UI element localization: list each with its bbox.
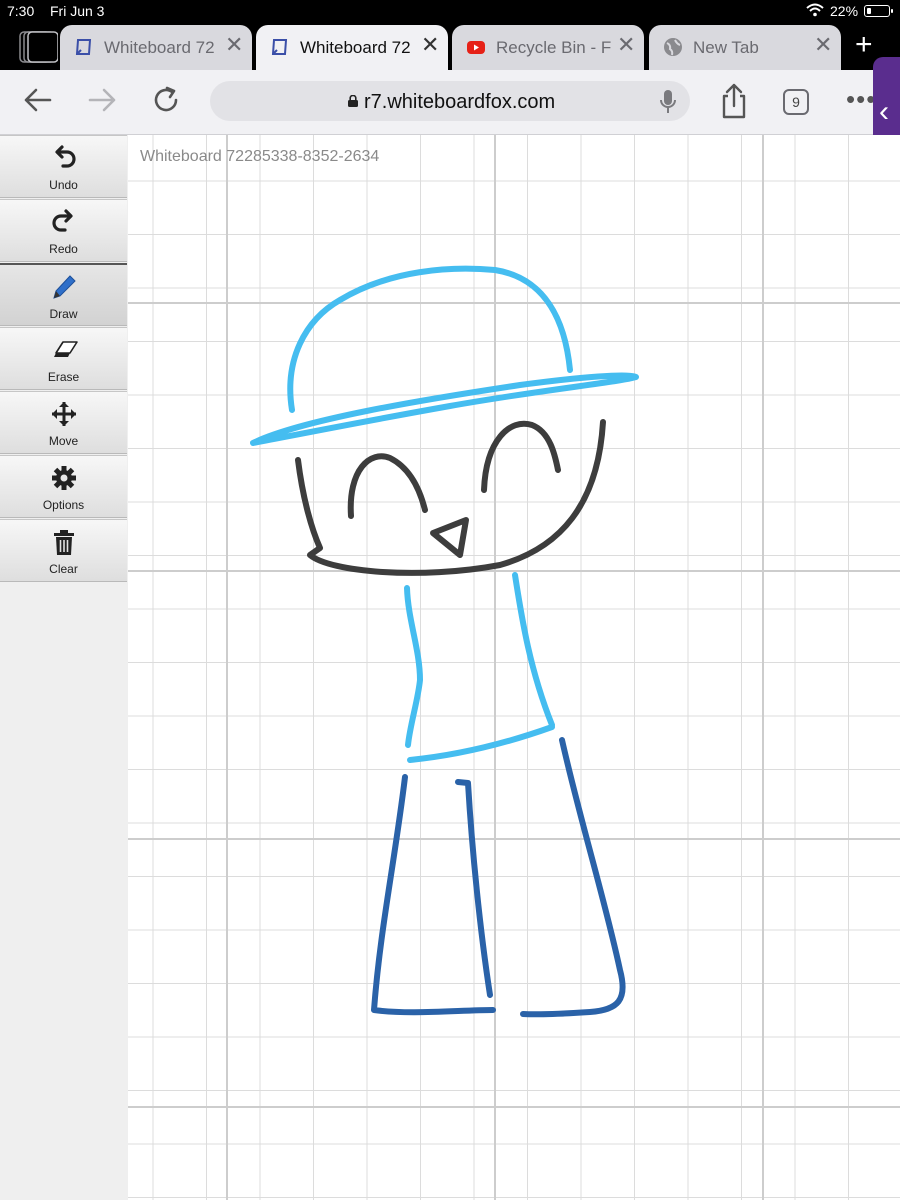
whiteboard-favicon-icon bbox=[75, 39, 92, 55]
forward-arrow-icon[interactable] bbox=[84, 82, 120, 118]
undo-button[interactable]: Undo bbox=[0, 135, 127, 198]
lock-icon bbox=[348, 95, 358, 107]
tool-label: Draw bbox=[49, 307, 78, 321]
redo-button[interactable]: Redo bbox=[0, 199, 127, 262]
undo-icon bbox=[55, 145, 76, 168]
url-text: r7.whiteboardfox.com bbox=[364, 91, 556, 113]
tab-label: Whiteboard 72 bbox=[104, 38, 215, 57]
tab-recycle-bin[interactable]: Recycle Bin - F ✕ bbox=[452, 25, 644, 70]
reload-icon[interactable] bbox=[148, 82, 184, 118]
move-arrows-icon bbox=[52, 402, 76, 426]
inner-leg-stroke bbox=[455, 779, 493, 998]
status-time: 7:30 bbox=[7, 3, 35, 19]
eraser-icon bbox=[54, 341, 78, 357]
close-tab-icon[interactable]: ✕ bbox=[617, 34, 635, 56]
tool-label: Redo bbox=[49, 242, 78, 256]
new-tab-button[interactable]: + bbox=[855, 30, 873, 60]
browser-toolbar: r7.whiteboardfox.com 9 ••• bbox=[0, 70, 900, 135]
tab-new-tab[interactable]: New Tab ✕ bbox=[649, 25, 841, 70]
battery-icon bbox=[864, 5, 893, 17]
trash-icon bbox=[54, 530, 74, 555]
right-leg-stroke bbox=[520, 737, 626, 1018]
battery-percent: 22% bbox=[830, 3, 859, 19]
redo-icon bbox=[52, 209, 73, 232]
microphone-icon[interactable] bbox=[658, 89, 678, 115]
tool-label: Undo bbox=[49, 178, 78, 192]
tool-label: Move bbox=[48, 434, 79, 448]
tab-label: Recycle Bin - F bbox=[496, 38, 612, 57]
tool-label: Erase bbox=[47, 370, 80, 384]
gear-icon bbox=[52, 466, 76, 490]
tab-count-button[interactable]: 9 bbox=[783, 89, 809, 115]
close-tab-icon[interactable]: ✕ bbox=[421, 34, 439, 56]
torso-right-stroke bbox=[512, 572, 555, 728]
drawing-layer bbox=[250, 265, 639, 1018]
tab-label: New Tab bbox=[693, 38, 759, 57]
back-arrow-icon[interactable] bbox=[20, 82, 56, 118]
left-eye-stroke bbox=[347, 453, 428, 519]
more-options-icon[interactable]: ••• bbox=[846, 86, 876, 112]
address-bar[interactable]: r7.whiteboardfox.com bbox=[210, 81, 690, 121]
whiteboard-canvas[interactable]: Whiteboard 72285338-8352-2634 bbox=[128, 135, 900, 1200]
nose-stroke bbox=[430, 517, 469, 558]
tab-whiteboard-2[interactable]: Whiteboard 72 ✕ bbox=[256, 25, 448, 70]
close-tab-icon[interactable]: ✕ bbox=[225, 34, 243, 56]
tool-label: Options bbox=[42, 498, 85, 512]
right-eye-stroke bbox=[481, 420, 561, 493]
tab-stack-icon[interactable] bbox=[18, 30, 58, 64]
wifi-icon bbox=[806, 3, 824, 17]
globe-icon bbox=[664, 38, 682, 56]
battery-level bbox=[867, 8, 871, 14]
torso-left-stroke bbox=[404, 585, 423, 748]
hat-dome-stroke bbox=[287, 265, 573, 413]
draw-button[interactable]: Draw bbox=[0, 263, 127, 326]
options-button[interactable]: Options bbox=[0, 455, 127, 518]
move-button[interactable]: Move bbox=[0, 391, 127, 454]
share-icon[interactable] bbox=[718, 82, 750, 120]
chevron-left-icon: ‹ bbox=[879, 95, 889, 128]
tab-strip: Whiteboard 72 ✕ Whiteboard 72 ✕ Recycle … bbox=[0, 22, 900, 70]
hat-brim-stroke bbox=[250, 372, 639, 446]
tool-label: Clear bbox=[49, 562, 78, 576]
close-tab-icon[interactable]: ✕ bbox=[814, 34, 832, 56]
pencil-icon bbox=[53, 275, 76, 299]
status-date: Fri Jun 3 bbox=[50, 3, 105, 19]
whiteboard-favicon-icon bbox=[271, 39, 288, 55]
erase-button[interactable]: Erase bbox=[0, 327, 127, 390]
status-bar: 7:30 Fri Jun 3 22% bbox=[0, 0, 900, 22]
tool-panel: Undo Redo Draw Erase Move Options Clear bbox=[0, 135, 129, 1200]
youtube-favicon-icon bbox=[467, 41, 485, 54]
tab-whiteboard-1[interactable]: Whiteboard 72 ✕ bbox=[60, 25, 252, 70]
tab-label: Whiteboard 72 bbox=[300, 38, 411, 57]
torso-bottom-stroke bbox=[407, 724, 555, 763]
clear-button[interactable]: Clear bbox=[0, 519, 127, 582]
